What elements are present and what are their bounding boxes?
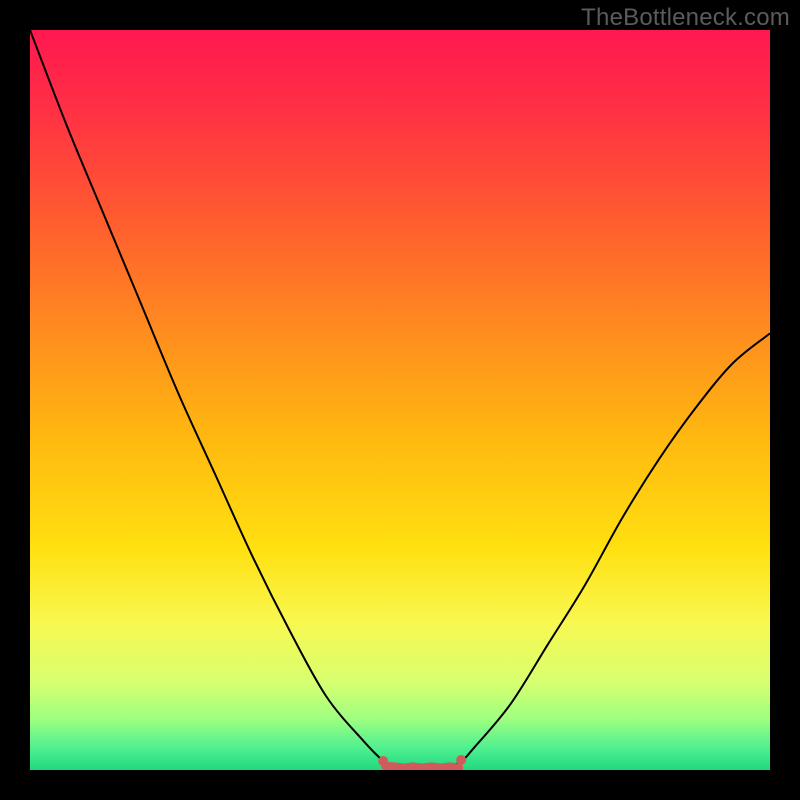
chart-frame: TheBottleneck.com [0,0,800,800]
watermark-label: TheBottleneck.com [581,4,790,32]
chart-curve [30,30,770,770]
chart-plot-area [30,30,770,770]
